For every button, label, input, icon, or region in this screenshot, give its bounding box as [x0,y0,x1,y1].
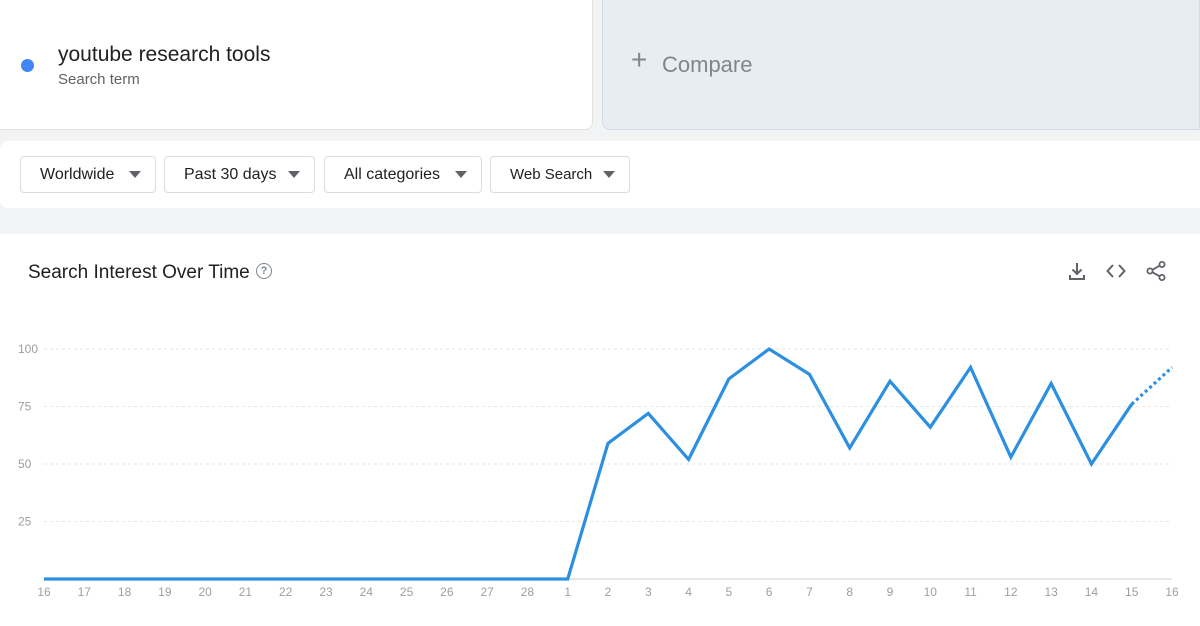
x-tick-label: 21 [239,585,253,599]
x-tick-label: 20 [198,585,212,599]
x-tick-label: 24 [360,585,374,599]
y-tick-label: 75 [18,400,32,414]
x-tick-label: 8 [846,585,853,599]
y-tick-label: 25 [18,515,32,529]
x-tick-label: 23 [319,585,333,599]
x-tick-label: 12 [1004,585,1018,599]
category-filter-dropdown[interactable]: All categories [324,156,482,193]
x-tick-label: 1 [564,585,571,599]
x-tick-label: 5 [726,585,733,599]
region-filter-label: Worldwide [40,165,115,183]
y-tick-label: 50 [18,457,32,471]
compare-label: Compare [662,52,753,77]
search-term-label: youtube research tools [58,43,271,66]
filter-bar: Worldwide Past 30 days All categories We… [0,141,1200,208]
x-tick-label: 25 [400,585,414,599]
x-tick-label: 16 [1165,585,1179,599]
search-term-card[interactable]: youtube research tools Search term [0,0,593,130]
series-partial-segment [1130,366,1174,406]
time-range-filter-dropdown[interactable]: Past 30 days [164,156,315,193]
x-tick-label: 17 [78,585,92,599]
chevron-down-icon [288,171,300,178]
region-filter-dropdown[interactable]: Worldwide [20,156,156,193]
x-tick-label: 10 [924,585,938,599]
x-tick-label: 13 [1044,585,1058,599]
line-chart: 25507510016 17 18 19 20 21 22 23 24 25 26 27 28 1 2 3 4 5… [18,342,1179,599]
x-tick-label: 2 [605,585,612,599]
compare-button[interactable]: + Compare [602,0,1200,130]
x-tick-label: 18 [118,585,132,599]
plus-icon: + [631,44,648,75]
category-filter-label: All categories [344,165,441,183]
chevron-down-icon [129,171,141,178]
time-range-filter-label: Past 30 days [184,165,277,183]
interest-over-time-card: Search Interest Over Time ? 25 50 75 100 16 1… [0,234,1200,626]
x-tick-label: 19 [158,585,172,599]
x-tick-label: 6 [766,585,773,599]
x-tick-label: 4 [685,585,692,599]
x-tick-label: 16 [37,585,51,599]
search-term-type: Search term [58,71,140,88]
search-type-filter-label: Web Search [510,166,593,183]
x-tick-label: 7 [806,585,813,599]
x-tick-label: 22 [279,585,293,599]
search-type-filter-dropdown[interactable]: Web Search [490,156,630,193]
x-tick-label: 3 [645,585,652,599]
series-color-dot [21,59,34,72]
chevron-down-icon [603,171,615,178]
x-tick-label: 27 [480,585,494,599]
x-tick-label: 26 [440,585,454,599]
x-tick-label: 11 [964,585,977,599]
x-tick-label: 14 [1085,585,1099,599]
x-tick-label: 9 [887,585,894,599]
x-tick-label: 15 [1125,585,1139,599]
x-tick-label: 28 [521,585,535,599]
y-tick-label: 100 [18,342,38,356]
chevron-down-icon [455,171,467,178]
